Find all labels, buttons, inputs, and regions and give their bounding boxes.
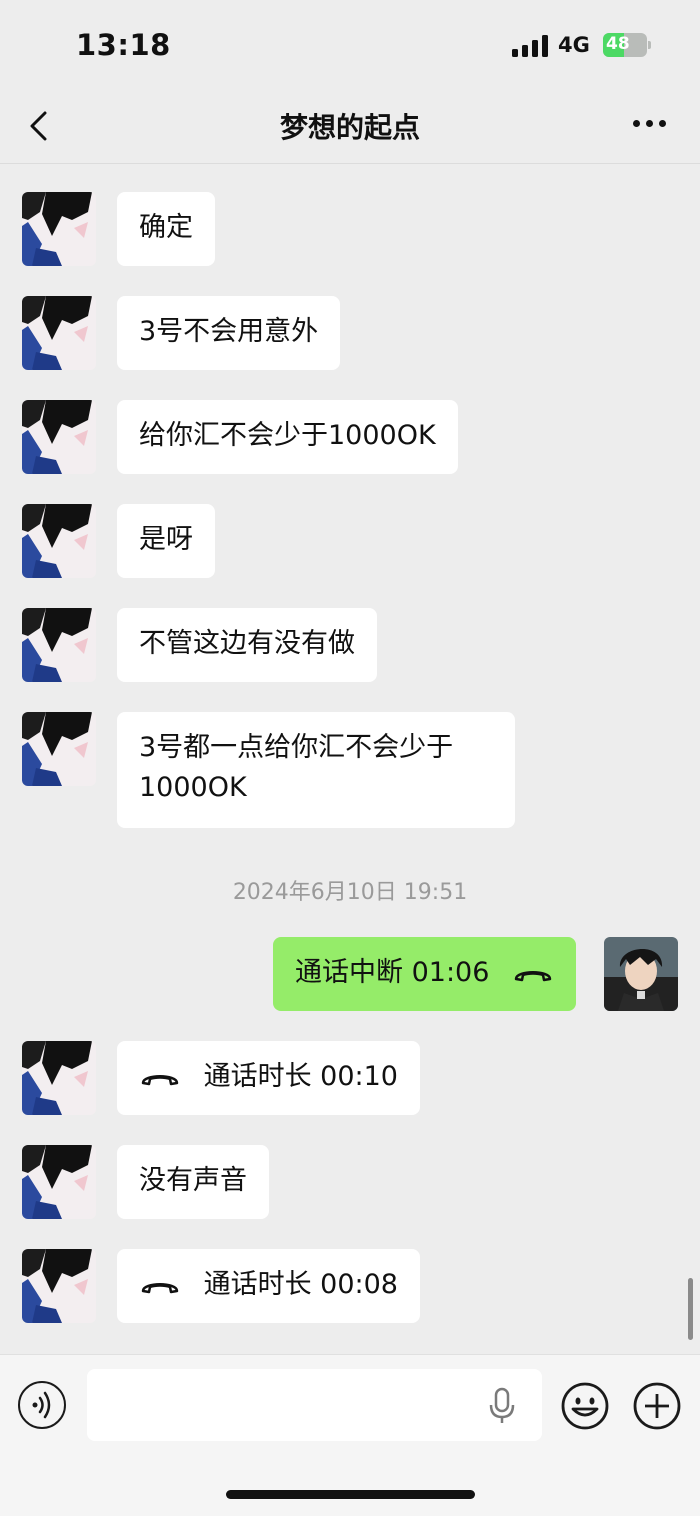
call-record-text: 通话中断 01:06: [295, 957, 490, 988]
message-text: 不管这边有没有做: [139, 628, 355, 659]
message-bubble[interactable]: 给你汇不会少于1000OK: [117, 400, 458, 474]
message-text: 给你汇不会少于1000OK: [139, 420, 436, 451]
chat-title: 梦想的起点: [279, 111, 420, 144]
message-text: 3号不会用意外: [139, 316, 319, 347]
message-row: 不管这边有没有做: [0, 608, 700, 682]
phone-hangup-icon: [514, 970, 552, 981]
message-row: 通话时长 00:08: [0, 1249, 700, 1323]
contact-avatar[interactable]: [22, 1145, 96, 1219]
call-record-text: 通话时长 00:08: [203, 1269, 398, 1300]
contact-avatar[interactable]: [22, 192, 96, 266]
message-bubble[interactable]: 3号都一点给你汇不会少于1000OK: [117, 712, 515, 828]
message-bubble[interactable]: 没有声音: [117, 1145, 269, 1219]
call-record-text: 通话时长 00:10: [203, 1061, 398, 1092]
message-row: 确定: [0, 192, 700, 266]
contact-avatar[interactable]: [22, 504, 96, 578]
message-list[interactable]: 确定 3号不会用意外 给你汇不会少于1000OK 是呀 不管这边有没有做 3号都…: [0, 164, 700, 1354]
voice-icon[interactable]: [18, 1381, 66, 1429]
message-bubble[interactable]: 确定: [117, 192, 215, 266]
scrollbar[interactable]: [688, 1278, 693, 1340]
call-record-bubble[interactable]: 通话时长 00:08: [117, 1249, 420, 1323]
call-record-bubble[interactable]: 通话时长 00:10: [117, 1041, 420, 1115]
contact-avatar[interactable]: [22, 296, 96, 370]
microphone-icon[interactable]: [488, 1387, 516, 1425]
contact-avatar[interactable]: [22, 400, 96, 474]
message-row: 通话中断 01:06: [0, 937, 700, 1011]
contact-avatar[interactable]: [22, 1041, 96, 1115]
chat-timestamp: 2024年6月10日 19:51: [232, 880, 468, 905]
phone-hangup-icon: [141, 1282, 179, 1293]
message-bubble[interactable]: 不管这边有没有做: [117, 608, 377, 682]
call-record-bubble[interactable]: 通话中断 01:06: [273, 937, 576, 1011]
message-row: 没有声音: [0, 1145, 700, 1219]
message-text: 没有声音: [139, 1165, 247, 1196]
network-type: 4G: [558, 33, 590, 57]
emoji-icon[interactable]: [560, 1381, 610, 1431]
message-row: 通话时长 00:10: [0, 1041, 700, 1115]
message-row: 3号都一点给你汇不会少于1000OK: [0, 712, 700, 828]
status-bar: 13:18 4G 48: [0, 0, 700, 90]
signal-icon: [512, 35, 548, 57]
message-text: 确定: [139, 212, 193, 243]
chat-header: 梦想的起点: [0, 90, 700, 164]
message-text: 3号都一点给你汇不会少于1000OK: [139, 732, 454, 803]
message-row: 3号不会用意外: [0, 296, 700, 370]
more-dots-icon[interactable]: [630, 120, 668, 130]
home-indicator[interactable]: [226, 1490, 475, 1499]
message-input[interactable]: [87, 1369, 542, 1441]
message-text: 是呀: [139, 524, 193, 555]
contact-avatar[interactable]: [22, 608, 96, 682]
message-row: 是呀: [0, 504, 700, 578]
battery-icon: 48: [603, 33, 651, 57]
phone-hangup-icon: [141, 1074, 179, 1085]
my-avatar[interactable]: [604, 937, 678, 1011]
contact-avatar[interactable]: [22, 712, 96, 786]
status-time: 13:18: [76, 28, 171, 62]
message-bubble[interactable]: 3号不会用意外: [117, 296, 341, 370]
message-row: 给你汇不会少于1000OK: [0, 400, 700, 474]
battery-level: 48: [606, 34, 630, 54]
message-bubble[interactable]: 是呀: [117, 504, 215, 578]
plus-icon[interactable]: [632, 1381, 682, 1431]
contact-avatar[interactable]: [22, 1249, 96, 1323]
